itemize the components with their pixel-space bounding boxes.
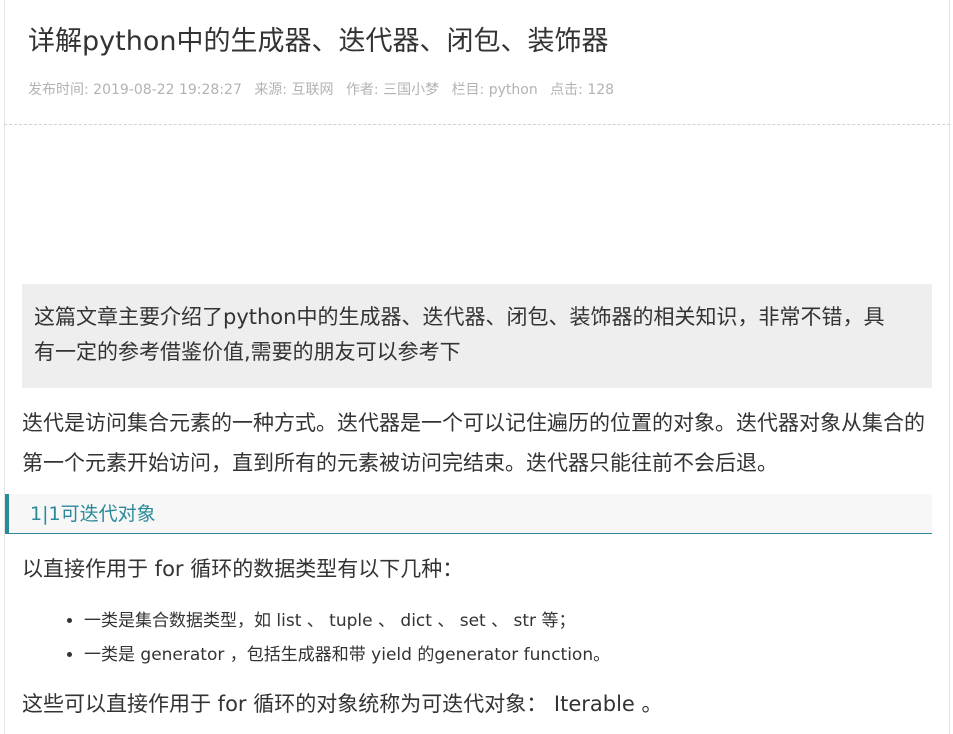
article-meta: 发布时间: 2019-08-22 19:28:27 来源: 互联网 作者: 三国… (28, 80, 622, 100)
article-title: 详解python中的生成器、迭代器、闭包、装饰器 (28, 26, 609, 57)
closing-paragraph: 这些可以直接作用于 for 循环的对象统称为可迭代对象： Iterable 。 (22, 692, 663, 716)
article-source: 来源: 互联网 (254, 82, 334, 98)
bullet-list: 一类是集合数据类型，如 list 、 tuple 、 dict 、 set 、 … (66, 604, 610, 672)
article-summary: 这篇文章主要介绍了python中的生成器、迭代器、闭包、装饰器的相关知识，非常不… (22, 284, 932, 388)
click-count: 点击: 128 (550, 82, 615, 98)
section-heading: 1|1可迭代对象 (5, 494, 932, 534)
publish-time: 发布时间: 2019-08-22 19:28:27 (28, 82, 242, 98)
intro-paragraph: 迭代是访问集合元素的一种方式。迭代器是一个可以记住遍历的位置的对象。迭代器对象从… (22, 411, 925, 475)
section-lead-paragraph: 以直接作用于 for 循环的数据类型有以下几种： (22, 557, 464, 581)
article-column[interactable]: 栏目: python (452, 82, 538, 98)
blank-ad-area (22, 140, 932, 276)
header-divider (4, 124, 950, 125)
article-author[interactable]: 作者: 三国小梦 (346, 82, 439, 98)
list-item: 一类是集合数据类型，如 list 、 tuple 、 dict 、 set 、 … (84, 604, 610, 638)
list-item: 一类是 generator ，包括生成器和带 yield 的generator … (84, 638, 610, 672)
